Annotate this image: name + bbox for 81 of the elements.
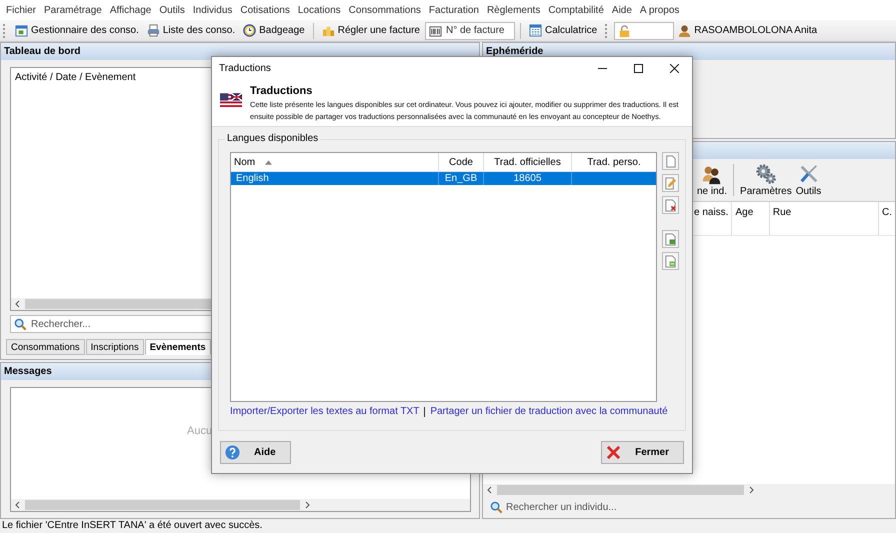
link[interactable]: Partager un fichier de traduction avec la communauté <box>430 406 668 417</box>
toolbar-button[interactable]: Paramètres <box>738 163 794 197</box>
calendar-icon <box>15 24 28 37</box>
import-button[interactable] <box>662 230 679 248</box>
toolbar-button[interactable]: Gestionnaire des conso. <box>12 20 142 40</box>
column-header[interactable]: Age <box>732 202 770 235</box>
toolbar-button[interactable]: Outils <box>794 163 824 197</box>
tab[interactable]: Inscriptions <box>86 339 144 355</box>
pencil-icon <box>664 176 677 190</box>
maximize-icon <box>634 64 642 72</box>
person-icon <box>678 24 692 37</box>
menu-item[interactable]: Fichier <box>2 4 40 16</box>
table-cell: English <box>231 172 439 185</box>
panel-title: Tableau de bord <box>4 46 80 57</box>
menu-item[interactable]: Locations <box>294 4 345 16</box>
delete-button[interactable] <box>662 196 679 214</box>
gears-icon <box>754 163 777 185</box>
column-header[interactable]: Trad. officielles <box>484 153 572 171</box>
export-button[interactable] <box>662 252 679 270</box>
table-cell: 18605 <box>484 172 572 185</box>
user-name: RASOAMBOLOLONA Anita <box>694 25 818 36</box>
column-header[interactable]: C. <box>879 202 895 235</box>
menu-item[interactable]: A propos <box>636 4 684 16</box>
close-button[interactable]: Fermer <box>601 441 684 464</box>
column-header[interactable]: Nom <box>231 153 439 171</box>
menu-item[interactable]: Règlements <box>482 4 544 16</box>
close-icon <box>606 445 622 460</box>
toolbar-button[interactable]: ne ind. <box>695 163 730 197</box>
tab[interactable]: Consommations <box>6 339 85 355</box>
menu-item[interactable]: Comptabilité <box>544 4 608 16</box>
menu-item[interactable]: Facturation <box>424 4 483 16</box>
search-field[interactable]: Rechercher un individu... <box>486 498 895 516</box>
document-export-icon <box>664 254 677 268</box>
toolbar-button[interactable]: Badgeage <box>240 20 308 40</box>
close-icon <box>670 64 678 72</box>
clock-icon <box>243 24 256 37</box>
toolbar-button[interactable]: Calculatrice <box>526 20 600 40</box>
column-header[interactable]: Code <box>439 153 484 171</box>
tools-icon <box>798 163 820 185</box>
menu-item[interactable]: Individus <box>188 4 236 16</box>
calculator-icon <box>529 24 542 37</box>
dialog-title: Traductions <box>250 85 314 97</box>
flag-icon <box>220 93 242 110</box>
menu-item[interactable]: Affichage <box>106 4 156 16</box>
toolbar-button[interactable]: Régler une facture <box>318 20 423 40</box>
tab[interactable]: Evènements <box>144 339 211 355</box>
panel-title: Ephéméride <box>486 46 544 57</box>
search-icon <box>490 501 503 514</box>
menu-item[interactable]: Consommations <box>344 4 425 16</box>
help-button[interactable]: Aide <box>220 441 291 464</box>
scroll-left-icon[interactable] <box>486 486 494 494</box>
printer-icon <box>146 24 160 37</box>
column-header[interactable]: Trad. perso. <box>572 153 656 171</box>
window-title: Traductions <box>219 62 271 74</box>
help-icon <box>225 445 240 460</box>
scroll-right-icon[interactable] <box>747 486 756 494</box>
menu-item[interactable]: Outils <box>155 4 189 16</box>
scroll-left-icon[interactable] <box>14 300 22 308</box>
menu-item[interactable]: Aide <box>608 4 636 16</box>
menu-item[interactable]: Paramétrage <box>40 4 106 16</box>
column-header[interactable]: Rue <box>770 202 879 235</box>
scroll-left-icon[interactable] <box>14 501 22 509</box>
link[interactable]: Importer/Exporter les textes au format TXT <box>230 406 420 417</box>
table-row[interactable]: English En_GB 18605 <box>231 172 656 185</box>
document-import-icon <box>664 232 677 246</box>
delete-document-icon <box>664 198 677 212</box>
menu-item[interactable]: Cotisations <box>236 4 294 16</box>
document-icon <box>664 154 677 168</box>
edit-button[interactable] <box>662 174 679 192</box>
coins-icon <box>322 24 335 37</box>
password-field[interactable] <box>614 22 674 40</box>
add-button[interactable] <box>662 152 679 170</box>
panel-title: Messages <box>4 366 52 377</box>
group-label: Langues disponibles <box>225 133 320 144</box>
scroll-right-icon[interactable] <box>303 501 312 509</box>
table-cell: En_GB <box>439 172 484 185</box>
language-list[interactable]: Nom Code Trad. officielles Trad. perso. English En_GB 18605 <box>230 152 657 402</box>
invoice-number-field[interactable]: N° de facture <box>425 22 515 40</box>
horizontal-scrollbar[interactable] <box>483 484 895 496</box>
toolbar-button[interactable]: Liste des conso. <box>144 20 238 40</box>
horizontal-scrollbar[interactable] <box>11 499 470 511</box>
